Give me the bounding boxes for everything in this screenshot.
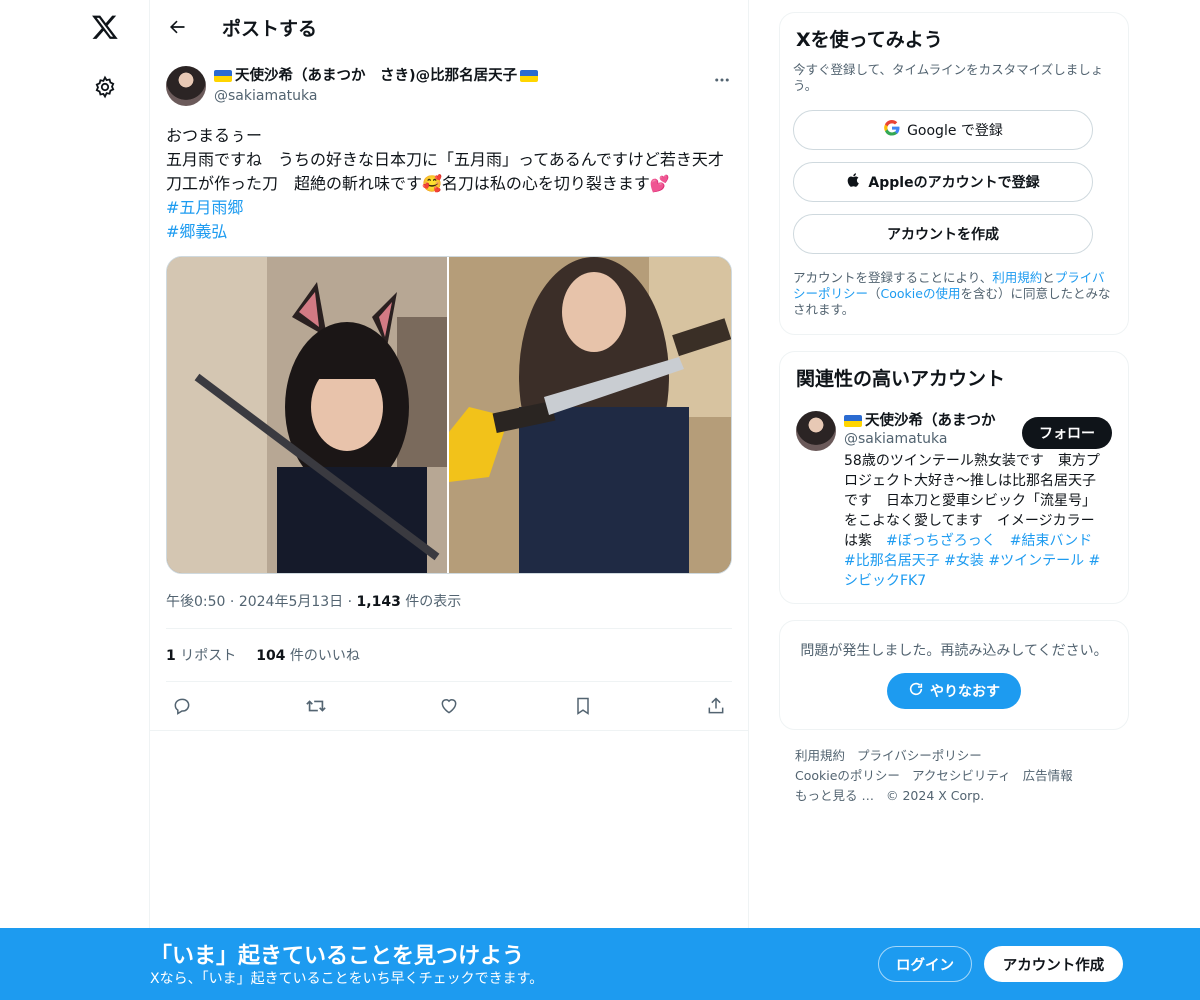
avatar[interactable] [166,66,206,106]
footer-more-link[interactable]: もっと見る … [795,788,874,803]
post-photo[interactable] [449,257,731,573]
related-title: 関連性の高いアカウント [796,368,1006,390]
post-meta: 午後0:50 · 2024年5月13日 · 1,143 件の表示 [166,590,732,629]
avatar[interactable] [796,411,836,451]
post-text: おつまるぅー 五月雨ですね うちの好きな日本刀に「五月雨」ってあるんですけど若き… [166,126,724,193]
reposts-stat[interactable]: 1 リポスト [166,645,236,665]
related-bio: 58歳のツインテール熟女装です 東方プロジェクト大好き〜推しは比那名居天子です … [844,453,1107,589]
x-logo-icon[interactable] [88,10,122,44]
post: 天使沙希（あまつか さき)@比那名居天子 @sakiamatuka おつまるぅー… [150,54,748,731]
apple-icon [846,171,862,193]
bottom-bar-title: 「いま」起きていることを見つけよう [150,944,525,969]
signup-title: Xを使ってみよう [796,29,943,51]
login-button[interactable]: ログイン [878,946,972,982]
related-account[interactable]: 天使沙希（あまつか @sakiamatuka 58歳のツインテール熟女装です 東… [796,411,1112,591]
signup-subtitle: 今すぐ登録して、タイムラインをカスタマイズしましょう。 [793,62,1104,93]
main-column: ポストする 天使沙希（あまつか さき)@比那名居天子 @sakiamatuka … [149,0,749,1000]
apple-signup-button[interactable]: Appleのアカウントで登録 [793,162,1093,202]
views-label: 件の表示 [405,594,462,610]
related-accounts-card: 関連性の高いアカウント 天使沙希（あまつか @sakiamatuka 58歳のツ… [779,351,1129,604]
back-arrow-icon[interactable] [166,16,188,38]
create-account-button[interactable]: アカウント作成 [984,946,1123,982]
media-grid [166,256,732,574]
post-time[interactable]: 午後0:50 [166,594,225,610]
post-author: 天使沙希（あまつか さき)@比那名居天子 @sakiamatuka [166,66,732,110]
footer-link[interactable]: 広告情報 [1023,768,1073,783]
hashtag-link[interactable]: #郷義弘 [166,220,732,244]
share-icon[interactable] [704,694,728,718]
footer-link[interactable]: Cookieのポリシー [795,768,900,783]
post-stats: 1 リポスト 104 件のいいね [166,629,732,682]
handle[interactable]: @sakiamatuka [214,86,538,106]
like-icon[interactable] [437,694,461,718]
hashtag-link[interactable]: #五月雨郷 [166,196,732,220]
footer-link[interactable]: 利用規約 [795,748,845,763]
ukraine-flag-icon [214,70,232,82]
terms-link[interactable]: 利用規約 [992,270,1042,285]
footer-link[interactable]: アクセシビリティ [912,768,1011,783]
post-date[interactable]: 2024年5月13日 [239,594,343,610]
google-signup-button[interactable]: Google で登録 [793,110,1093,150]
signup-terms: アカウントを登録することにより、利用規約とプライバシーポリシー（Cookieの使… [793,270,1111,317]
signup-card: Xを使ってみよう 今すぐ登録して、タイムラインをカスタマイズしましょう。 Goo… [779,12,1129,335]
repost-icon[interactable] [304,694,328,718]
display-name[interactable]: 天使沙希（あまつか さき)@比那名居天子 [214,66,539,86]
footer: 利用規約 プライバシーポリシー Cookieのポリシー アクセシビリティ 広告情報 も… [779,746,1129,806]
error-text: 問題が発生しました。再読み込みしてください。 [800,643,1108,659]
left-nav [0,0,150,1000]
google-icon [883,119,901,142]
bookmark-icon[interactable] [571,694,595,718]
more-icon[interactable] [712,70,732,90]
header: ポストする [150,0,748,54]
bottom-signup-bar: 「いま」起きていることを見つけよう Xなら、「いま」起きていることをいち早くチェ… [0,928,1200,1000]
likes-stat[interactable]: 104 件のいいね [256,645,360,665]
create-account-button[interactable]: アカウントを作成 [793,214,1093,254]
retry-button[interactable]: やりなおす [887,673,1021,709]
copyright: © 2024 X Corp. [885,788,985,803]
error-card: 問題が発生しました。再読み込みしてください。 やりなおす [779,620,1129,730]
gear-icon[interactable] [91,73,119,101]
views-count: 1,143 [356,594,401,610]
bottom-bar-subtitle: Xなら、「いま」起きていることをいち早くチェックできます。 [150,971,544,987]
footer-link[interactable]: プライバシーポリシー [857,748,982,763]
refresh-icon [908,681,924,701]
page-title: ポストする [222,17,318,40]
cookie-link[interactable]: Cookieの使用 [881,286,961,301]
ukraine-flag-icon [844,415,862,427]
follow-button[interactable]: フォロー [1022,417,1112,449]
reply-icon[interactable] [170,694,194,718]
post-photo[interactable] [167,257,449,573]
ukraine-flag-icon [520,70,539,82]
post-actions [150,682,748,731]
right-sidebar: Xを使ってみよう 今すぐ登録して、タイムラインをカスタマイズしましょう。 Goo… [779,12,1129,806]
